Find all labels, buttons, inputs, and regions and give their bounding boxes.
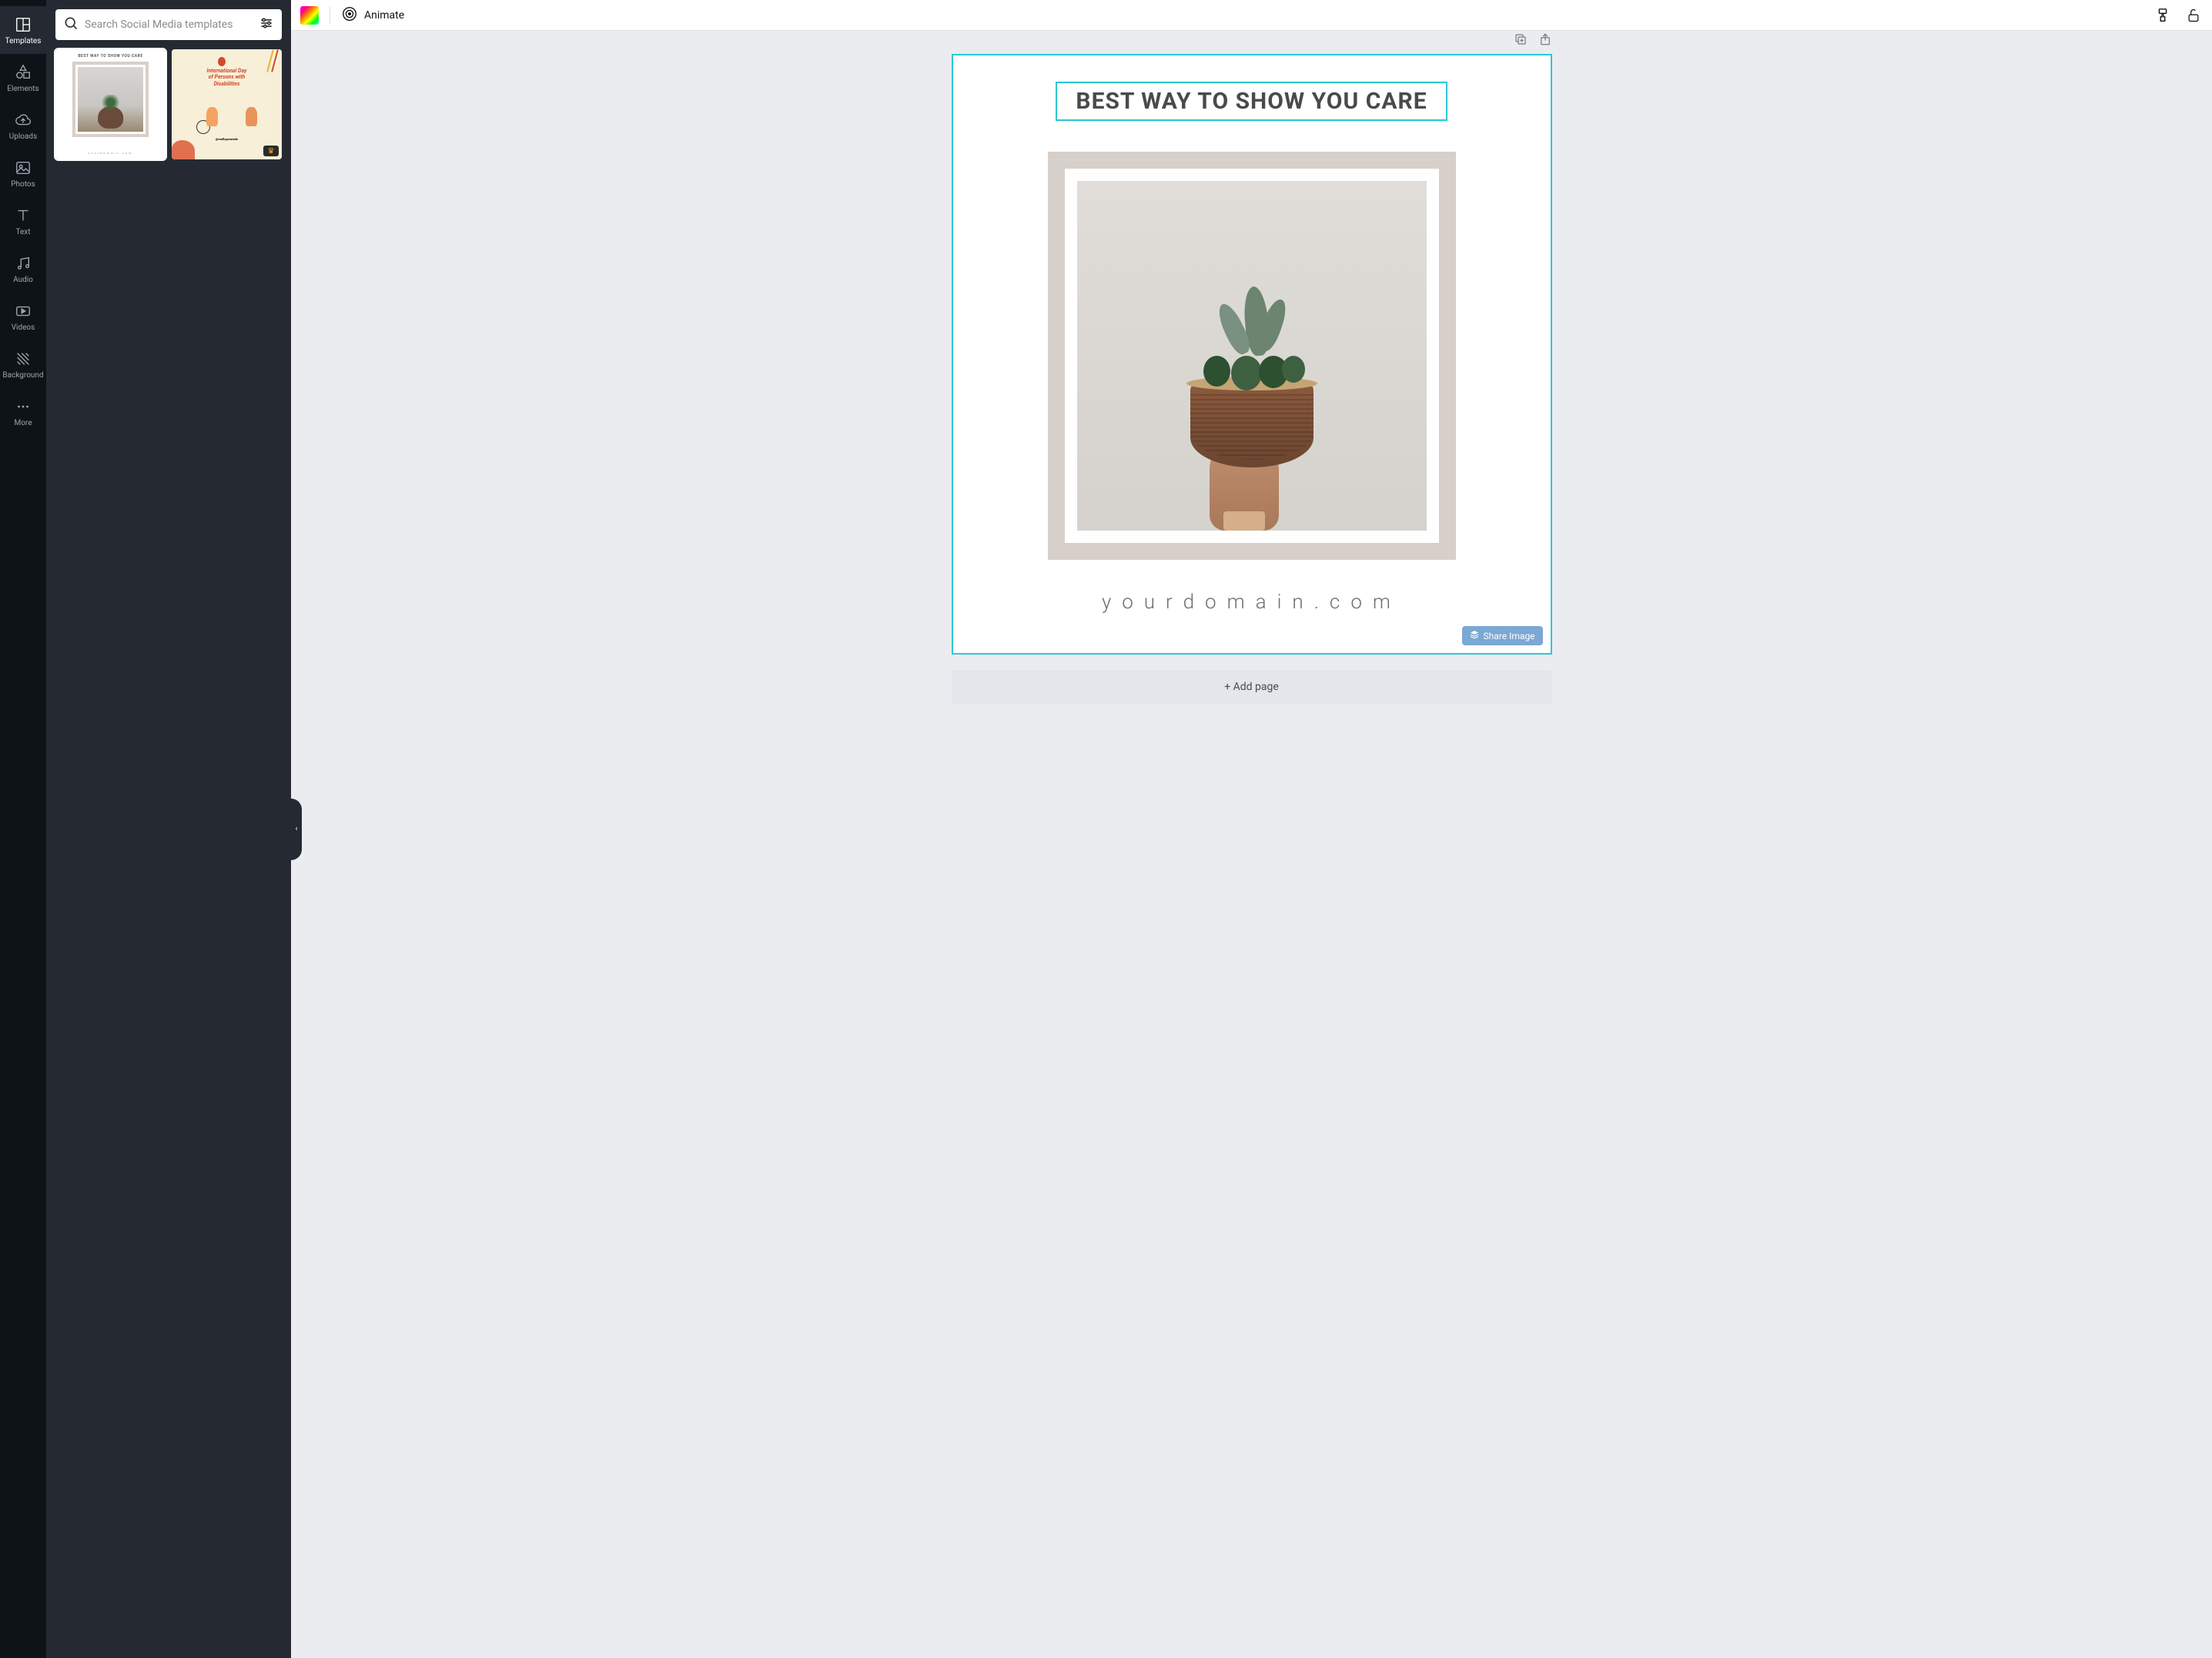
nav-label: Background [2, 371, 43, 380]
template-thumbnail-2[interactable]: International Day of Persons with Disabi… [172, 49, 282, 159]
text-icon [14, 206, 32, 225]
nav-label: Photos [11, 180, 35, 189]
pot-graphic [1190, 383, 1313, 467]
photo-inner-frame [1065, 169, 1439, 543]
filter-icon[interactable] [259, 15, 274, 34]
color-picker-button[interactable] [300, 6, 319, 25]
canvas-wrapper: BEST WAY TO SHOW YOU CARE [952, 54, 1552, 655]
templates-panel: BEST WAY TO SHOW YOU CARE yourdomain.com… [46, 0, 291, 1658]
videos-icon [14, 302, 32, 320]
page-actions [1514, 32, 1552, 46]
collapse-panel-button[interactable]: ‹ [291, 799, 302, 860]
templates-grid: BEST WAY TO SHOW YOU CARE yourdomain.com… [46, 49, 291, 159]
nav-sidebar: Templates Elements Uploads Photos Text A… [0, 0, 46, 1658]
photo-frame-element[interactable] [1048, 152, 1456, 560]
plant-graphic [1183, 286, 1321, 394]
elements-icon [14, 63, 32, 82]
nav-audio[interactable]: Audio [0, 245, 46, 293]
layers-icon [1470, 630, 1479, 641]
nav-label: Text [15, 228, 30, 236]
thumb-footer: yourdomain.com [88, 151, 132, 155]
search-box [55, 9, 282, 40]
nav-photos[interactable]: Photos [0, 149, 46, 197]
uploads-icon [14, 111, 32, 129]
canvas-page[interactable]: BEST WAY TO SHOW YOU CARE [952, 54, 1552, 655]
domain-text-element[interactable]: yourdomain.com [1102, 591, 1401, 614]
nav-background[interactable]: Background [0, 340, 46, 388]
add-page-button[interactable]: + Add page [952, 670, 1552, 704]
share-image-label: Share Image [1484, 631, 1535, 641]
headline-text: BEST WAY TO SHOW YOU CARE [1076, 88, 1427, 115]
nav-label: Uploads [9, 132, 37, 141]
editor-area: Animate BEST WAY TO SHOW YO [291, 0, 2212, 1658]
nav-label: Templates [5, 37, 42, 45]
thumb-title: BEST WAY TO SHOW YOU CARE [78, 54, 142, 59]
nav-label: Audio [13, 276, 33, 284]
more-icon [14, 397, 32, 416]
crown-icon: ♛ [268, 147, 275, 156]
nav-more[interactable]: More [0, 388, 46, 436]
duplicate-page-button[interactable] [1514, 32, 1528, 46]
nav-label: Videos [12, 323, 35, 332]
thumb-title: International Day of Persons with Disabi… [207, 68, 247, 87]
nav-uploads[interactable]: Uploads [0, 102, 46, 149]
thumb-footer: @reallygreatsite [216, 137, 238, 141]
toolbar: Animate [291, 0, 2212, 31]
search-input[interactable] [85, 18, 253, 31]
photos-icon [14, 159, 32, 177]
nav-text[interactable]: Text [0, 197, 46, 245]
headline-text-element[interactable]: BEST WAY TO SHOW YOU CARE [1056, 82, 1447, 121]
nav-label: More [14, 419, 32, 427]
copy-style-button[interactable] [2153, 6, 2172, 25]
premium-badge: ♛ [263, 146, 279, 156]
animate-icon [341, 5, 358, 25]
share-page-button[interactable] [1538, 32, 1552, 46]
background-icon [14, 350, 32, 368]
share-image-button[interactable]: Share Image [1462, 626, 1543, 645]
nav-videos[interactable]: Videos [0, 293, 46, 340]
template-thumbnail-1[interactable]: BEST WAY TO SHOW YOU CARE yourdomain.com [55, 49, 166, 159]
canvas-scroll[interactable]: BEST WAY TO SHOW YOU CARE [291, 31, 2212, 1658]
nav-templates[interactable]: Templates [0, 6, 46, 54]
nav-elements[interactable]: Elements [0, 54, 46, 102]
templates-icon [14, 15, 32, 34]
search-container [46, 0, 291, 49]
animate-label: Animate [364, 9, 404, 22]
audio-icon [14, 254, 32, 273]
nav-label: Elements [7, 85, 38, 93]
animate-button[interactable]: Animate [341, 5, 404, 25]
search-icon [63, 15, 79, 34]
chevron-left-icon: ‹ [295, 825, 297, 833]
lock-button[interactable] [2184, 6, 2203, 25]
photo-image [1077, 181, 1427, 531]
